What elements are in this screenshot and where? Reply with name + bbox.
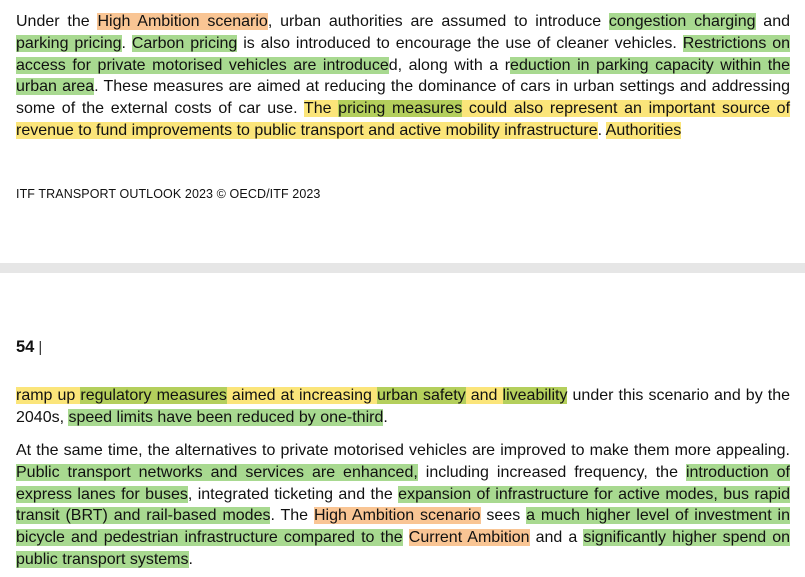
- paragraph-alternatives-improved: At the same time, the alternatives to pr…: [16, 440, 791, 571]
- page-number-separator: |: [38, 339, 43, 356]
- highlight-yellow: Authorities: [605, 121, 682, 139]
- text-run: .: [188, 550, 193, 568]
- document-page-top: Under the High Ambition scenario, urban …: [0, 0, 805, 263]
- text-run: [403, 529, 409, 546]
- text-run: . The: [270, 507, 314, 525]
- page-separator: [0, 263, 805, 273]
- page-number-header: 54 |: [16, 338, 42, 357]
- highlight-green: parking pricing: [16, 34, 122, 52]
- highlight-green: congestion charging: [608, 13, 756, 30]
- text-run: Under the: [16, 13, 98, 30]
- highlight-yellow: and: [465, 387, 503, 404]
- text-run: including increased frequency, the: [417, 463, 686, 481]
- text-run: .: [121, 34, 132, 52]
- document-page-bottom: 54 | ramp up regulatory measures aimed at…: [0, 273, 805, 577]
- highlight-yellow: The: [303, 100, 339, 118]
- text-run: and a: [529, 529, 584, 547]
- text-run: is also introduced to encourage the use …: [237, 34, 683, 52]
- highlight-yellow: ramp up: [16, 387, 81, 404]
- paragraph-regulatory-measures: ramp up regulatory measures aimed at inc…: [16, 385, 790, 429]
- highlight-olive: urban safety: [377, 387, 466, 404]
- paragraph-high-ambition-measures: Under the High Ambition scenario, urban …: [16, 11, 791, 142]
- text-run: , integrated ticketing and the: [187, 485, 399, 503]
- text-run: and: [755, 13, 791, 30]
- highlight-orange: Current Ambition: [408, 529, 530, 547]
- page-number: 54: [16, 338, 35, 356]
- highlight-olive: regulatory measures: [80, 387, 227, 404]
- highlight-green: Public transport networks and services a…: [16, 463, 418, 481]
- highlight-green: Carbon pricing: [131, 34, 238, 52]
- page-footer: ITF TRANSPORT OUTLOOK 2023 © OECD/ITF 20…: [16, 187, 321, 201]
- highlight-orange: High Ambition scenario: [313, 507, 481, 525]
- text-run: .: [383, 408, 388, 426]
- text-run: , urban authorities are assumed to intro…: [267, 13, 609, 30]
- text-run: d, along with a r: [388, 56, 511, 74]
- text-run: .: [597, 121, 606, 139]
- text-run: At the same time, the alternatives to pr…: [16, 442, 790, 459]
- highlight-olive: liveability: [502, 387, 568, 404]
- highlight-olive: pricing measures: [338, 100, 463, 118]
- highlight-green: speed limits have been reduced by one-th…: [68, 408, 384, 426]
- highlight-yellow: aimed at increasing: [226, 387, 377, 404]
- highlight-orange: High Ambition scenario: [97, 13, 268, 30]
- text-run: sees: [480, 507, 527, 525]
